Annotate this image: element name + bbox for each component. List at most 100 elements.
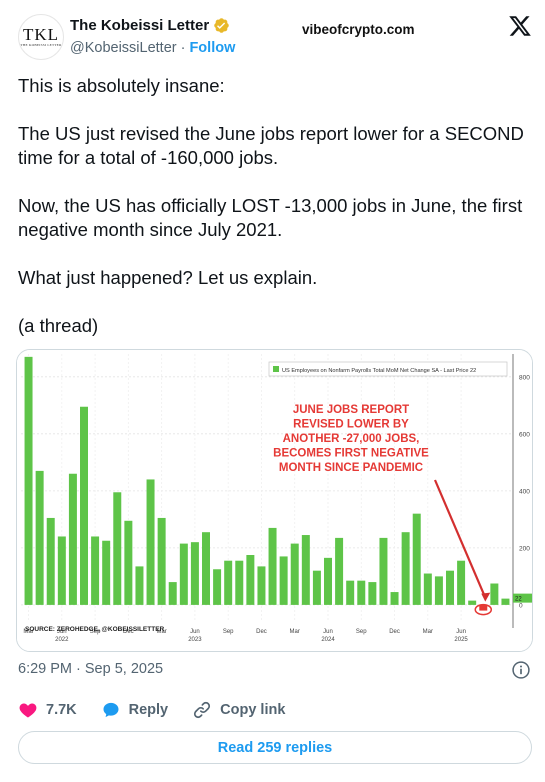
chart-bar [135, 566, 144, 605]
tweet-paragraph: Now, the US has officially LOST -13,000 … [18, 195, 523, 240]
x-tick-year-label: 2025 [454, 637, 468, 643]
author-name[interactable]: The Kobeissi Letter [70, 17, 209, 34]
avatar-caption: THE KOBEISSI LETTER [20, 43, 62, 47]
chart-bar [479, 604, 488, 611]
x-tick-label: Mar [290, 629, 300, 635]
chart-bar [146, 479, 155, 605]
x-logo-icon[interactable] [508, 14, 532, 38]
chart-image[interactable]: 22 0 200 400 600 800 Mar Jun 2022 Sep Dec Mar Jun 202… [16, 349, 533, 652]
x-tick-label: Jun [190, 629, 200, 635]
chart-bar [379, 537, 388, 605]
chart-bar [57, 536, 66, 605]
follow-button[interactable]: Follow [189, 40, 235, 56]
x-tick-label: Dec [389, 629, 400, 635]
chart-bar [490, 583, 499, 605]
chart-bar [423, 573, 432, 605]
chart-bar [102, 540, 111, 605]
reply-button[interactable]: Reply [101, 700, 169, 720]
tweet-paragraph: (a thread) [18, 315, 99, 336]
x-tick-year-label: 2023 [188, 637, 202, 643]
chart-bar [401, 532, 410, 605]
avatar[interactable]: TKL THE KOBEISSI LETTER [18, 14, 64, 60]
chart-bar [412, 513, 421, 605]
tweet-card: TKL THE KOBEISSI LETTER The Kobeissi Let… [0, 0, 545, 782]
copy-link-label: Copy link [220, 702, 286, 718]
chart-bar [179, 543, 188, 605]
reply-bubble-icon [103, 702, 119, 718]
chart-bar [346, 580, 355, 605]
reply-label: Reply [128, 702, 169, 718]
x-tick-label: Jun [456, 629, 466, 635]
chart-background [17, 350, 532, 651]
chart-bar [457, 560, 466, 605]
avatar-monogram: TKL [22, 25, 60, 44]
chart-bar [257, 566, 266, 605]
chart-bar [80, 406, 88, 605]
heart-icon [19, 703, 37, 718]
chart-bar [157, 517, 166, 605]
chart-bar [124, 520, 133, 605]
chart-bar [24, 356, 33, 605]
chart-bar [235, 560, 244, 605]
chart-bar [268, 527, 277, 605]
chart-bar [357, 580, 366, 605]
y-tick-label: 400 [519, 488, 530, 495]
x-tick-label: Mar [423, 629, 433, 635]
chart-bar [335, 537, 344, 605]
author-handle-row: @KobeissiLetter · Follow [70, 40, 235, 56]
chart-bar [468, 600, 477, 605]
chart-bar [213, 569, 222, 605]
chart-bar [46, 517, 55, 605]
legend-swatch [273, 366, 279, 372]
action-bar: 7.7K Reply Copy link [18, 700, 309, 720]
chart-bar [35, 470, 44, 605]
timestamp-date: Sep 5, 2025 [84, 661, 164, 677]
info-icon[interactable] [511, 660, 531, 680]
chart-source: SOURCE: ZEROHEDGE, @KOBEISSILETTER [25, 626, 165, 633]
author-handle[interactable]: @KobeissiLetter [70, 40, 177, 56]
tweet-paragraph: The US just revised the June jobs report… [18, 123, 524, 168]
chart-bar [68, 473, 77, 605]
tweet-paragraph: What just happened? Let us explain. [18, 267, 318, 288]
tweet-text: This is absolutely insane: The US just r… [18, 74, 528, 338]
chart-bar [446, 570, 454, 605]
tweet-paragraph: This is absolutely insane: [18, 75, 225, 96]
y-tick-label: 0 [519, 602, 523, 609]
chart-bar [168, 582, 177, 605]
separator-dot: · [180, 40, 186, 56]
chart-bar [224, 560, 233, 605]
chart-bar [312, 570, 321, 605]
x-tick-label: Sep [356, 629, 367, 635]
watermark-text: vibeofcrypto.com [302, 22, 415, 37]
chart-bar [290, 543, 299, 605]
annotation-text: MONTH SINCE PANDEMIC [279, 462, 423, 474]
timestamp[interactable]: 6:29 PM · Sep 5, 2025 [18, 661, 163, 677]
annotation-text: ANOTHER -27,000 JOBS, [283, 433, 420, 445]
like-button[interactable]: 7.7K [18, 700, 77, 720]
author-name-row: The Kobeissi Letter [70, 17, 230, 34]
y-tick-label: 600 [519, 431, 530, 438]
separator-dot: · [76, 661, 85, 677]
chart-bar [368, 582, 377, 605]
chart-bar [301, 535, 310, 605]
chart-bar [113, 492, 122, 605]
chart-bar [202, 532, 210, 605]
annotation-text: REVISED LOWER BY [293, 419, 409, 431]
payrolls-bar-chart: 220200400600800Mar Jun2022Sep Dec Mar Jun202… [17, 350, 532, 651]
chart-bar [246, 555, 255, 605]
x-tick-label: Dec [256, 629, 267, 635]
link-icon [194, 701, 211, 719]
annotation-text: BECOMES FIRST NEGATIVE [273, 448, 429, 460]
x-tick-label: Jun [323, 629, 333, 635]
x-tick-label: Sep [223, 629, 234, 635]
timestamp-time: 6:29 PM [18, 661, 72, 677]
x-tick-year-label: 2022 [55, 637, 69, 643]
chart-bar [190, 542, 199, 605]
chart-bar [390, 592, 399, 605]
read-replies-button[interactable]: Read 259 replies [18, 731, 532, 764]
chart-bar [91, 536, 100, 605]
chart-bar [434, 576, 443, 605]
annotation-text: JUNE JOBS REPORT [293, 404, 409, 416]
y-tick-label: 200 [519, 545, 530, 552]
copy-link-button[interactable]: Copy link [192, 700, 285, 720]
